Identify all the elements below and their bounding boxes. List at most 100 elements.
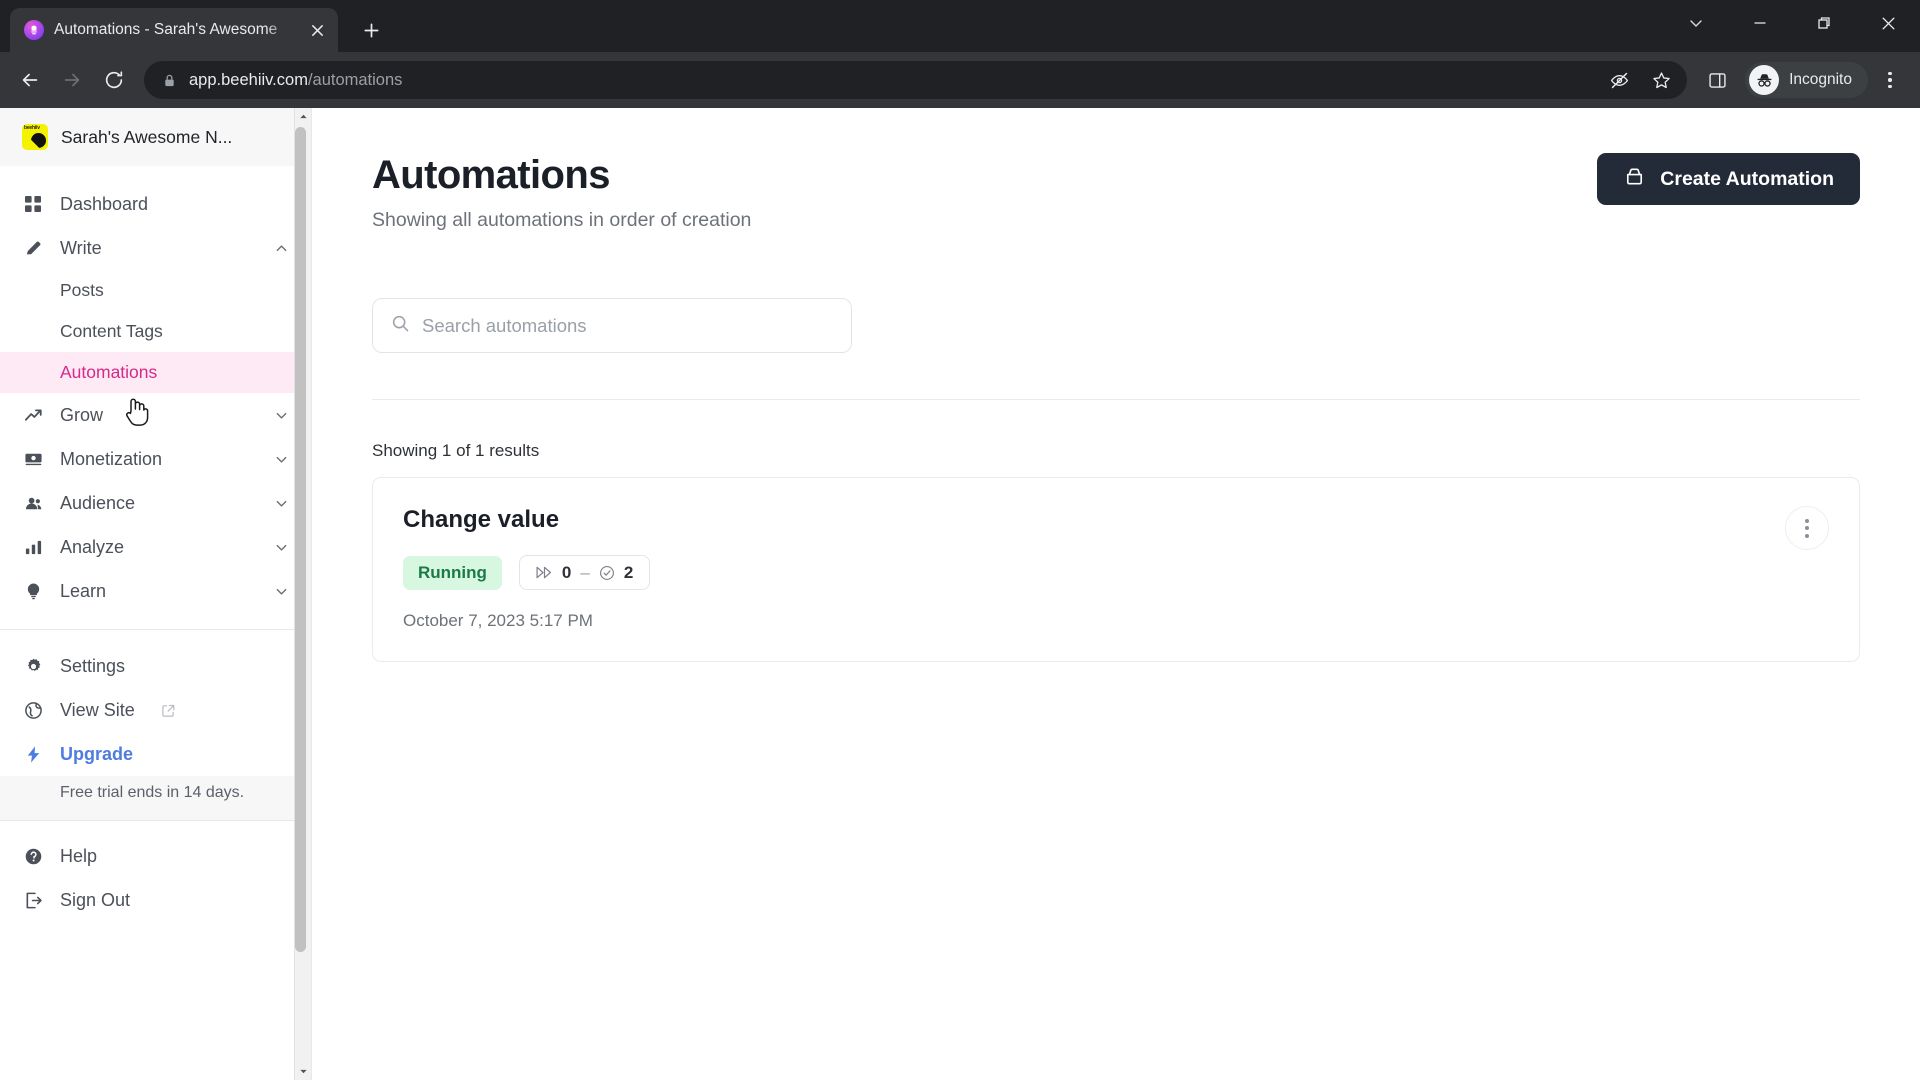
sidebar-item-label: Upgrade [60, 743, 134, 764]
main-content: Automations Showing all automations in o… [312, 108, 1920, 1080]
automation-name: Change value [403, 506, 560, 533]
sidebar-item-analyze[interactable]: Analyze [0, 525, 311, 569]
tab-strip: Automations - Sarah's Awesome [0, 0, 1920, 52]
minimize-icon[interactable] [1728, 0, 1792, 46]
automation-menu-kebab-icon[interactable] [1785, 506, 1829, 550]
sidebar-item-label: Learn [60, 580, 107, 601]
in-progress-count: 0 [561, 562, 572, 582]
profile-chip[interactable]: Incognito [1745, 62, 1868, 98]
search-automations-box[interactable] [372, 298, 852, 353]
kebab-menu-icon[interactable] [1870, 60, 1910, 100]
sidebar-item-label: View Site [60, 699, 135, 720]
tab-search-chevron-down-icon[interactable] [1664, 0, 1728, 46]
sidebar-subitem-label: Automations [60, 362, 158, 382]
scrollbar-track[interactable] [295, 125, 311, 1063]
sidebar-item-audience[interactable]: Audience [0, 481, 311, 525]
pencil-icon [22, 237, 44, 259]
restore-icon[interactable] [1792, 0, 1856, 46]
page-header: Automations Showing all automations in o… [372, 153, 1860, 232]
create-automation-button[interactable]: Create Automation [1597, 153, 1860, 205]
sidebar: beehiiv Sarah's Awesome N... Dashboard W… [0, 108, 312, 1080]
beehiiv-favicon-icon [24, 20, 44, 40]
sidebar-item-help[interactable]: Help [0, 835, 311, 879]
side-panel-icon[interactable] [1697, 60, 1737, 100]
automation-date: October 7, 2023 5:17 PM [403, 611, 593, 630]
sidebar-item-label: Monetization [60, 448, 163, 469]
beehiiv-logo-icon: beehiiv [22, 124, 48, 150]
browser-window: Automations - Sarah's Awesome app.beehii… [0, 0, 1920, 1080]
sidebar-subitem-label: Posts [60, 280, 104, 300]
scroll-up-arrow-icon[interactable] [295, 108, 312, 125]
forward-arrow-icon [52, 60, 92, 100]
workspace-name: Sarah's Awesome N... [61, 126, 233, 147]
users-icon [22, 492, 44, 514]
sidebar-item-upgrade[interactable]: Upgrade [0, 732, 311, 776]
automation-box-icon [1623, 165, 1646, 194]
page-subtitle: Showing all automations in order of crea… [372, 209, 752, 231]
check-circle-icon [599, 565, 615, 581]
sidebar-item-sign-out[interactable]: Sign Out [0, 879, 311, 923]
sign-out-icon [22, 890, 44, 912]
browser-tab[interactable]: Automations - Sarah's Awesome [10, 8, 338, 52]
kebab-dot [1805, 518, 1809, 523]
search-icon [391, 314, 410, 338]
automation-stats: 0 – 2 [518, 555, 651, 590]
sidebar-nav: Dashboard Write Posts Content Tags Autom… [0, 166, 311, 923]
page-content: beehiiv Sarah's Awesome N... Dashboard W… [0, 108, 1920, 1080]
address-bar[interactable]: app.beehiiv.com/automations [144, 60, 1688, 100]
automation-card[interactable]: Change value Running 0 – 2 October 7, 20… [372, 477, 1860, 662]
sidebar-item-dashboard[interactable]: Dashboard [0, 182, 311, 226]
chevron-down-icon[interactable] [274, 496, 289, 511]
search-section [372, 298, 1860, 353]
url-text: app.beehiiv.com/automations [189, 71, 1587, 90]
stats-separator: – [580, 562, 590, 582]
url-path: /automations [307, 70, 403, 89]
sidebar-bottom-nav: Help Sign Out [0, 821, 311, 923]
workspace-switcher[interactable]: beehiiv Sarah's Awesome N... [0, 108, 311, 166]
sidebar-item-label: Write [60, 237, 102, 258]
external-link-icon [161, 703, 176, 718]
sidebar-item-label: Help [60, 846, 98, 867]
bar-chart-icon [22, 536, 44, 558]
omnibox-actions [1599, 60, 1681, 100]
new-tab-icon[interactable] [352, 11, 390, 49]
search-input[interactable] [422, 314, 833, 337]
sidebar-scrollbar[interactable] [294, 108, 311, 1080]
window-controls [1664, 0, 1920, 46]
completed-count: 2 [623, 562, 634, 582]
profile-label: Incognito [1789, 71, 1852, 88]
page-heading-group: Automations Showing all automations in o… [372, 153, 751, 232]
chevron-down-icon[interactable] [274, 452, 289, 467]
sidebar-item-monetization[interactable]: Monetization [0, 437, 311, 481]
sidebar-item-label: Audience [60, 492, 136, 513]
sidebar-item-label: Settings [60, 655, 126, 676]
scrollbar-thumb[interactable] [295, 127, 306, 953]
sidebar-item-grow[interactable]: Grow [0, 393, 311, 437]
sidebar-item-learn[interactable]: Learn [0, 569, 311, 613]
automation-meta: Running 0 – 2 [403, 555, 1785, 590]
back-arrow-icon[interactable] [10, 60, 50, 100]
sidebar-item-automations[interactable]: Automations [0, 352, 311, 393]
eye-off-icon[interactable] [1599, 60, 1639, 100]
star-icon[interactable] [1641, 60, 1681, 100]
scroll-down-arrow-icon[interactable] [295, 1063, 312, 1080]
close-tab-icon[interactable] [304, 17, 330, 43]
kebab-dot [1805, 526, 1809, 530]
sidebar-item-posts[interactable]: Posts [0, 270, 311, 311]
lightbulb-icon [22, 580, 44, 602]
chevron-down-icon[interactable] [274, 540, 289, 555]
results-count: Showing 1 of 1 results [372, 441, 540, 460]
sidebar-item-view-site[interactable]: View Site [0, 688, 311, 732]
close-window-icon[interactable] [1856, 0, 1920, 46]
page-title: Automations [372, 153, 610, 197]
sidebar-item-label: Sign Out [60, 890, 131, 911]
chevron-down-icon[interactable] [274, 408, 289, 423]
sidebar-item-content-tags[interactable]: Content Tags [0, 311, 311, 352]
chevron-up-icon[interactable] [274, 241, 289, 256]
sidebar-item-settings[interactable]: Settings [0, 644, 311, 688]
reload-icon[interactable] [94, 60, 134, 100]
logo-wordmark: beehiiv [24, 125, 40, 131]
chevron-down-icon[interactable] [274, 584, 289, 599]
sidebar-item-write[interactable]: Write [0, 226, 311, 270]
automation-card-body: Change value Running 0 – 2 October 7, 20… [403, 506, 1785, 631]
